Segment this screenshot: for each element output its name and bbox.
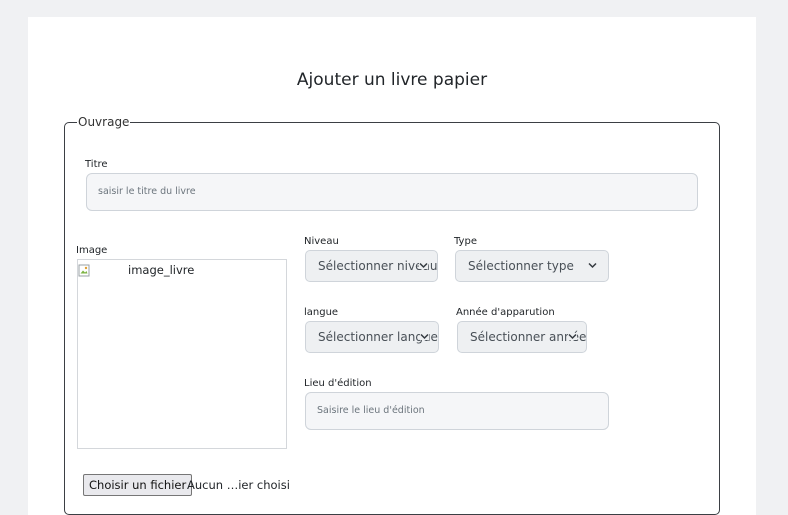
chevron-down-icon <box>419 262 428 269</box>
niveau-select[interactable]: Sélectionner niveau <box>305 250 438 282</box>
titre-input[interactable]: saisir le titre du livre <box>86 173 698 211</box>
lieu-label: Lieu d'édition <box>304 378 372 389</box>
image-alt-text: image_livre <box>128 263 195 277</box>
image-label: Image <box>76 245 108 256</box>
type-select[interactable]: Sélectionner type <box>455 250 609 282</box>
image-preview: image_livre <box>77 259 287 449</box>
langue-label: langue <box>304 307 339 318</box>
annee-select[interactable]: Sélectionner année <box>457 321 587 353</box>
form-card: Ajouter un livre papier Ouvrage Titre sa… <box>28 17 756 515</box>
lieu-input[interactable]: Saisire le lieu d'édition <box>305 392 609 430</box>
choose-file-button[interactable]: Choisir un fichier <box>83 474 193 496</box>
langue-select[interactable]: Sélectionner langue <box>305 321 439 353</box>
titre-label: Titre <box>85 159 108 170</box>
page-title: Ajouter un livre papier <box>296 70 488 90</box>
ouvrage-fieldset: Ouvrage Titre saisir le titre du livre I… <box>64 115 720 515</box>
type-selected: Sélectionner type <box>468 259 574 273</box>
chevron-down-icon <box>588 262 597 269</box>
file-status: Aucun …ier choisi <box>187 478 290 492</box>
chevron-down-icon <box>568 333 577 340</box>
annee-label: Année d'apparution <box>456 307 555 318</box>
type-label: Type <box>454 236 477 247</box>
fieldset-legend: Ouvrage <box>77 115 131 130</box>
chevron-down-icon <box>420 333 429 340</box>
broken-image-icon <box>78 262 90 277</box>
niveau-label: Niveau <box>304 236 339 247</box>
